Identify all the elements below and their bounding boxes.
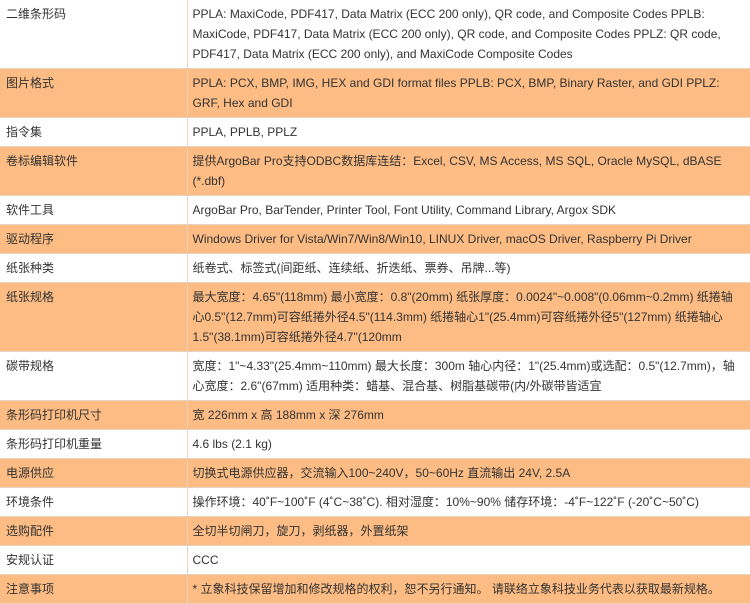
- table-row: 选购配件 全切半切闸刀，旋刀，剥纸器，外置纸架: [0, 516, 750, 546]
- row-label: 环境条件: [0, 487, 188, 517]
- table-row: 图片格式 PPLA: PCX, BMP, IMG, HEX and GDI fo…: [0, 68, 750, 118]
- row-label: 二维条形码: [0, 0, 188, 69]
- row-label: 注意事项: [0, 574, 188, 604]
- table-row: 卷标编辑软件 提供ArgoBar Pro支持ODBC数据库连结：Excel, C…: [0, 146, 750, 196]
- table-row: 环境条件 操作环境：40˚F~100˚F (4˚C~38˚C). 相对湿度：10…: [0, 487, 750, 517]
- row-label: 驱动程序: [0, 224, 188, 254]
- row-label: 安规认证: [0, 545, 188, 575]
- row-label: 选购配件: [0, 516, 188, 546]
- table-row: 纸张种类 纸卷式、标签式(间距纸、连续纸、折迭纸、票券、吊牌...等): [0, 253, 750, 283]
- table-row: 条形码打印机重量 4.6 lbs (2.1 kg): [0, 429, 750, 459]
- row-label: 条形码打印机重量: [0, 429, 188, 459]
- table-row: 纸张规格 最大宽度：4.65"(118mm) 最小宽度：0.8"(20mm) 纸…: [0, 282, 750, 352]
- row-label: 软件工具: [0, 195, 188, 225]
- table-row: 指令集 PPLA, PPLB, PPLZ: [0, 117, 750, 147]
- row-label: 图片格式: [0, 68, 188, 118]
- table-row: 安规认证 CCC: [0, 545, 750, 575]
- row-label: 纸张种类: [0, 253, 188, 283]
- row-value: 纸卷式、标签式(间距纸、连续纸、折迭纸、票券、吊牌...等): [187, 253, 750, 283]
- row-value: ArgoBar Pro, BarTender, Printer Tool, Fo…: [187, 195, 750, 225]
- row-value: * 立象科技保留增加和修改规格的权利，恕不另行通知。 请联络立象科技业务代表以获…: [187, 574, 750, 604]
- row-label: 卷标编辑软件: [0, 146, 188, 196]
- row-label: 条形码打印机尺寸: [0, 400, 188, 430]
- table-row: 电源供应 切换式电源供应器，交流输入100~240V，50~60Hz 直流输出 …: [0, 458, 750, 488]
- row-value: 提供ArgoBar Pro支持ODBC数据库连结：Excel, CSV, MS …: [187, 146, 750, 196]
- row-value: PPLA, PPLB, PPLZ: [187, 117, 750, 147]
- row-value: 宽度：1"~4.33"(25.4mm~110mm) 最大长度：300m 轴心内径…: [187, 351, 750, 401]
- row-value: CCC: [187, 545, 750, 575]
- row-value: 4.6 lbs (2.1 kg): [187, 429, 750, 459]
- row-value: 宽 226mm x 高 188mm x 深 276mm: [187, 400, 750, 430]
- table-row: 注意事项 * 立象科技保留增加和修改规格的权利，恕不另行通知。 请联络立象科技业…: [0, 574, 750, 604]
- table-row: 驱动程序 Windows Driver for Vista/Win7/Win8/…: [0, 224, 750, 254]
- row-label: 指令集: [0, 117, 188, 147]
- row-value: PPLA: PCX, BMP, IMG, HEX and GDI format …: [187, 68, 750, 118]
- table-row: 软件工具 ArgoBar Pro, BarTender, Printer Too…: [0, 195, 750, 225]
- row-value: PPLA: MaxiCode, PDF417, Data Matrix (ECC…: [187, 0, 750, 69]
- row-label: 纸张规格: [0, 282, 188, 352]
- table-row: 条形码打印机尺寸 宽 226mm x 高 188mm x 深 276mm: [0, 400, 750, 430]
- row-value: 全切半切闸刀，旋刀，剥纸器，外置纸架: [187, 516, 750, 546]
- row-value: Windows Driver for Vista/Win7/Win8/Win10…: [187, 224, 750, 254]
- table-row: 碳带规格 宽度：1"~4.33"(25.4mm~110mm) 最大长度：300m…: [0, 351, 750, 401]
- table-row: 二维条形码 PPLA: MaxiCode, PDF417, Data Matri…: [0, 0, 750, 69]
- row-label: 碳带规格: [0, 351, 188, 401]
- row-value: 切换式电源供应器，交流输入100~240V，50~60Hz 直流输出 24V, …: [187, 458, 750, 488]
- row-value: 最大宽度：4.65"(118mm) 最小宽度：0.8"(20mm) 纸张厚度：0…: [187, 282, 750, 352]
- row-value: 操作环境：40˚F~100˚F (4˚C~38˚C). 相对湿度：10%~90%…: [187, 487, 750, 517]
- row-label: 电源供应: [0, 458, 188, 488]
- spec-table: 二维条形码 PPLA: MaxiCode, PDF417, Data Matri…: [0, 0, 750, 604]
